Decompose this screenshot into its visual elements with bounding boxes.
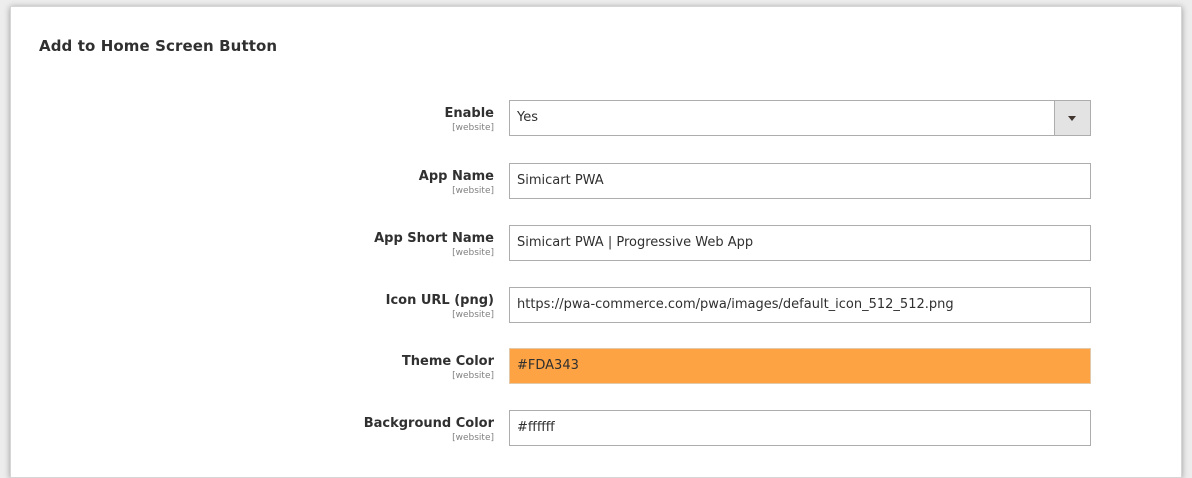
icon-url-label: Icon URL (png) bbox=[385, 293, 494, 308]
background-color-label: Background Color bbox=[363, 416, 494, 431]
row-background-color: Background Color [website] #ffffff bbox=[11, 410, 1181, 446]
app-name-scope: [website] bbox=[452, 186, 494, 196]
chevron-down-icon bbox=[1068, 116, 1076, 121]
icon-url-scope: [website] bbox=[452, 310, 494, 320]
app-name-input[interactable]: Simicart PWA bbox=[509, 163, 1091, 199]
config-panel: Add to Home Screen Button Enable [websit… bbox=[10, 6, 1182, 478]
app-short-name-label-group: App Short Name [website] bbox=[11, 231, 494, 259]
app-short-name-label: App Short Name bbox=[374, 231, 494, 246]
icon-url-input[interactable]: https://pwa-commerce.com/pwa/images/defa… bbox=[509, 287, 1091, 323]
background-color-scope: [website] bbox=[452, 433, 494, 443]
row-app-short-name: App Short Name [website] Simicart PWA | … bbox=[11, 225, 1181, 261]
app-short-name-input[interactable]: Simicart PWA | Progressive Web App bbox=[509, 225, 1091, 261]
theme-color-input[interactable]: #FDA343 bbox=[509, 348, 1091, 384]
enable-scope: [website] bbox=[452, 123, 494, 133]
enable-label-group: Enable [website] bbox=[11, 106, 495, 134]
background-color-label-group: Background Color [website] bbox=[11, 416, 494, 444]
app-name-label-group: App Name [website] bbox=[11, 169, 494, 197]
row-icon-url: Icon URL (png) [website] https://pwa-com… bbox=[11, 287, 1181, 323]
app-name-label: App Name bbox=[418, 169, 494, 184]
row-theme-color: Theme Color [website] #FDA343 bbox=[11, 348, 1181, 384]
enable-label: Enable bbox=[444, 106, 495, 121]
background-color-input[interactable]: #ffffff bbox=[509, 410, 1091, 446]
row-enable: Enable [website] Yes bbox=[11, 100, 1181, 136]
theme-color-scope: [website] bbox=[452, 371, 494, 381]
section-title: Add to Home Screen Button bbox=[39, 37, 278, 55]
icon-url-label-group: Icon URL (png) [website] bbox=[11, 293, 494, 321]
enable-select-toggle[interactable] bbox=[1054, 101, 1090, 135]
theme-color-label: Theme Color bbox=[401, 354, 494, 369]
app-short-name-scope: [website] bbox=[452, 248, 494, 258]
enable-select-value: Yes bbox=[517, 110, 538, 125]
enable-select[interactable]: Yes bbox=[509, 100, 1091, 136]
row-app-name: App Name [website] Simicart PWA bbox=[11, 163, 1181, 199]
theme-color-label-group: Theme Color [website] bbox=[11, 354, 494, 382]
